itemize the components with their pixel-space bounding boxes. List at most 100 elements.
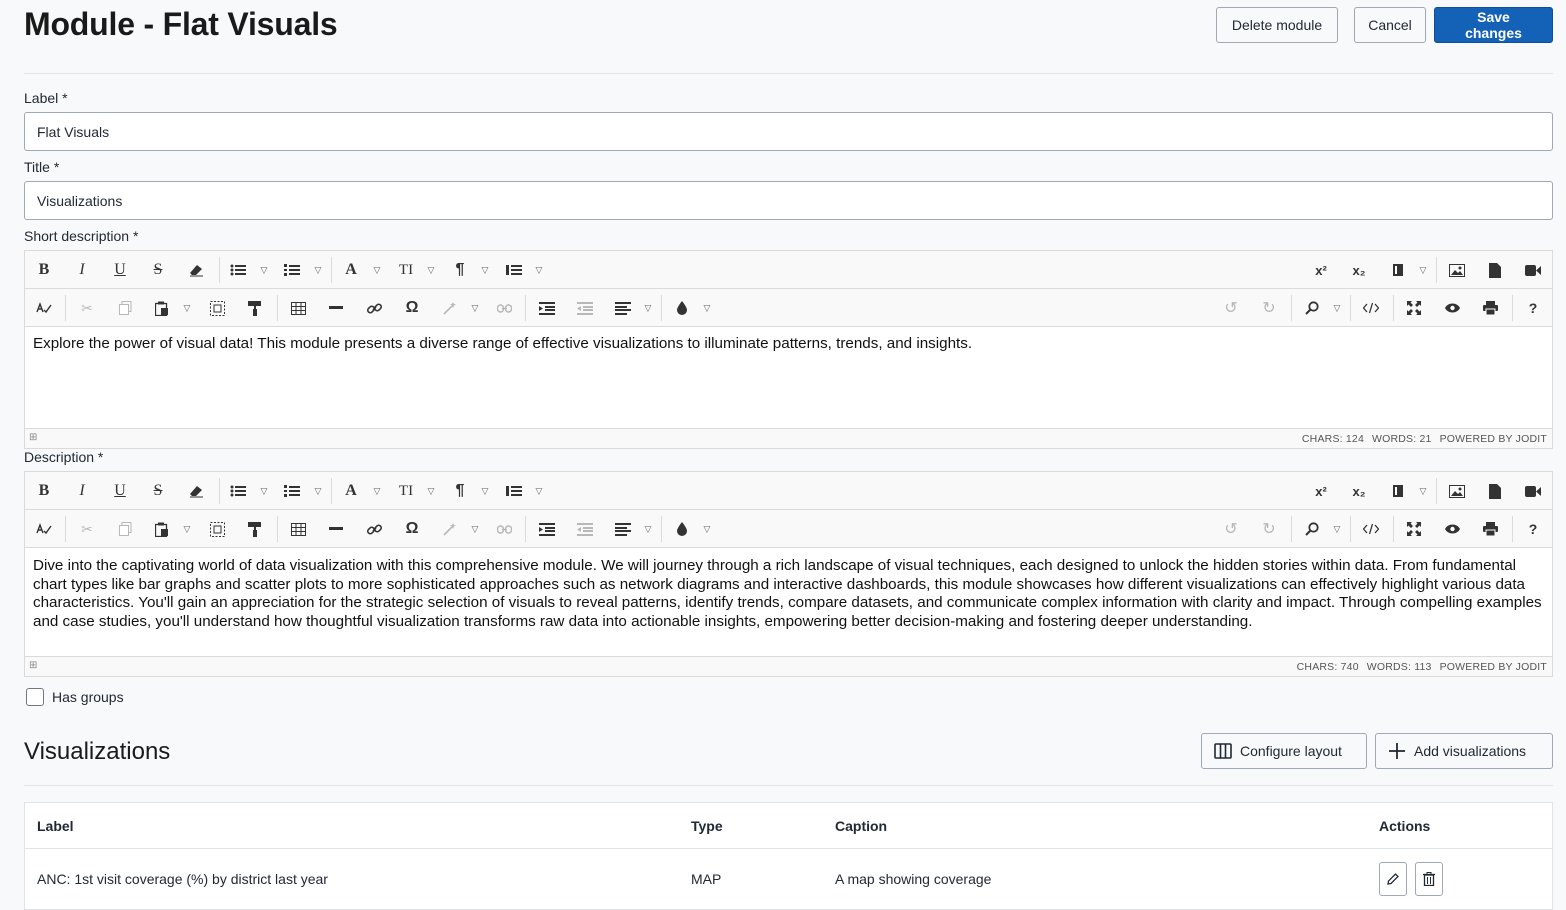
unlink-icon[interactable]: [489, 289, 519, 327]
chevron-down-icon[interactable]: ▽: [1330, 510, 1344, 548]
align-icon[interactable]: [608, 510, 638, 548]
link-icon[interactable]: [359, 289, 389, 327]
paste-icon[interactable]: [147, 510, 177, 548]
chevron-down-icon[interactable]: ▽: [468, 510, 482, 548]
help-button[interactable]: ?: [1518, 289, 1548, 327]
spellcheck-icon[interactable]: [29, 510, 59, 548]
unlink-icon[interactable]: [489, 510, 519, 548]
outdent-icon[interactable]: [570, 510, 600, 548]
undo-icon[interactable]: ↺: [1216, 510, 1246, 548]
label-input[interactable]: [24, 112, 1553, 151]
paste-icon[interactable]: [147, 289, 177, 327]
chevron-down-icon[interactable]: ▽: [370, 251, 384, 289]
chevron-down-icon[interactable]: ▽: [1416, 251, 1430, 289]
special-characters-button[interactable]: Ω: [397, 289, 427, 327]
italic-button[interactable]: I: [67, 472, 97, 510]
paragraph-button[interactable]: ¶: [445, 251, 475, 289]
title-input[interactable]: [24, 181, 1553, 220]
print-icon[interactable]: [1475, 289, 1505, 327]
document-icon[interactable]: [1480, 251, 1510, 289]
strikethrough-button[interactable]: S: [143, 251, 173, 289]
line-height-icon[interactable]: [499, 251, 529, 289]
fullscreen-icon[interactable]: [1399, 289, 1429, 327]
outdent-icon[interactable]: [570, 289, 600, 327]
special-characters-button[interactable]: Ω: [397, 510, 427, 548]
copy-icon[interactable]: [110, 289, 140, 327]
save-changes-button[interactable]: Save changes: [1434, 7, 1553, 43]
source-code-icon[interactable]: [1356, 510, 1386, 548]
link-icon[interactable]: [359, 510, 389, 548]
indent-icon[interactable]: [532, 289, 562, 327]
chevron-down-icon[interactable]: ▽: [641, 510, 655, 548]
align-icon[interactable]: [608, 289, 638, 327]
delete-module-button[interactable]: Delete module: [1216, 7, 1338, 43]
fullscreen-icon[interactable]: [1399, 510, 1429, 548]
has-groups-checkbox[interactable]: [26, 688, 44, 706]
eraser-icon[interactable]: [181, 472, 211, 510]
chevron-down-icon[interactable]: ▽: [311, 251, 325, 289]
superscript-button[interactable]: x²: [1306, 251, 1336, 289]
file-icon[interactable]: [1383, 251, 1413, 289]
chevron-down-icon[interactable]: ▽: [532, 251, 546, 289]
horizontal-rule-icon[interactable]: [321, 289, 351, 327]
chevron-down-icon[interactable]: ▽: [700, 510, 714, 548]
chevron-down-icon[interactable]: ▽: [424, 251, 438, 289]
source-code-icon[interactable]: [1356, 289, 1386, 327]
select-all-icon[interactable]: [202, 289, 232, 327]
superscript-button[interactable]: x²: [1306, 472, 1336, 510]
copy-icon[interactable]: [110, 510, 140, 548]
paragraph-button[interactable]: ¶: [445, 472, 475, 510]
italic-button[interactable]: I: [67, 251, 97, 289]
bullet-list-icon[interactable]: [223, 251, 253, 289]
subscript-button[interactable]: x₂: [1344, 251, 1374, 289]
document-icon[interactable]: [1480, 472, 1510, 510]
chevron-down-icon[interactable]: ▽: [424, 472, 438, 510]
cut-icon[interactable]: ✂: [72, 510, 102, 548]
search-icon[interactable]: [1297, 510, 1327, 548]
image-icon[interactable]: [1442, 472, 1472, 510]
magic-wand-icon[interactable]: [435, 510, 465, 548]
preview-eye-icon[interactable]: [1437, 289, 1467, 327]
short-description-content[interactable]: Explore the power of visual data! This m…: [25, 327, 1552, 428]
horizontal-rule-icon[interactable]: [321, 510, 351, 548]
underline-button[interactable]: U: [105, 251, 135, 289]
video-icon[interactable]: [1518, 472, 1548, 510]
print-icon[interactable]: [1475, 510, 1505, 548]
numbered-list-icon[interactable]: [277, 251, 307, 289]
chevron-down-icon[interactable]: ▽: [180, 510, 194, 548]
strikethrough-button[interactable]: S: [143, 472, 173, 510]
table-icon[interactable]: [283, 510, 313, 548]
chevron-down-icon[interactable]: ▽: [1330, 289, 1344, 327]
color-drop-icon[interactable]: [667, 510, 697, 548]
bold-button[interactable]: B: [29, 472, 59, 510]
chevron-down-icon[interactable]: ▽: [257, 472, 271, 510]
image-icon[interactable]: [1442, 251, 1472, 289]
chevron-down-icon[interactable]: ▽: [370, 472, 384, 510]
resize-handle-icon[interactable]: ⊞: [29, 432, 38, 443]
table-icon[interactable]: [283, 289, 313, 327]
underline-button[interactable]: U: [105, 472, 135, 510]
chevron-down-icon[interactable]: ▽: [641, 289, 655, 327]
chevron-down-icon[interactable]: ▽: [700, 289, 714, 327]
search-icon[interactable]: [1297, 289, 1327, 327]
add-visualizations-button[interactable]: Add visualizations: [1375, 733, 1553, 769]
chevron-down-icon[interactable]: ▽: [532, 472, 546, 510]
resize-handle-icon[interactable]: ⊞: [29, 660, 38, 671]
chevron-down-icon[interactable]: ▽: [1416, 472, 1430, 510]
bold-button[interactable]: B: [29, 251, 59, 289]
font-family-button[interactable]: A: [336, 472, 366, 510]
format-painter-icon[interactable]: [240, 289, 270, 327]
redo-icon[interactable]: ↻: [1254, 510, 1284, 548]
file-icon[interactable]: [1383, 472, 1413, 510]
help-button[interactable]: ?: [1518, 510, 1548, 548]
description-content[interactable]: Dive into the captivating world of data …: [25, 548, 1552, 656]
chevron-down-icon[interactable]: ▽: [478, 472, 492, 510]
select-all-icon[interactable]: [202, 510, 232, 548]
video-icon[interactable]: [1518, 251, 1548, 289]
preview-eye-icon[interactable]: [1437, 510, 1467, 548]
indent-icon[interactable]: [532, 510, 562, 548]
chevron-down-icon[interactable]: ▽: [257, 251, 271, 289]
bullet-list-icon[interactable]: [223, 472, 253, 510]
font-size-button[interactable]: TI: [391, 251, 421, 289]
delete-button[interactable]: [1415, 862, 1443, 896]
